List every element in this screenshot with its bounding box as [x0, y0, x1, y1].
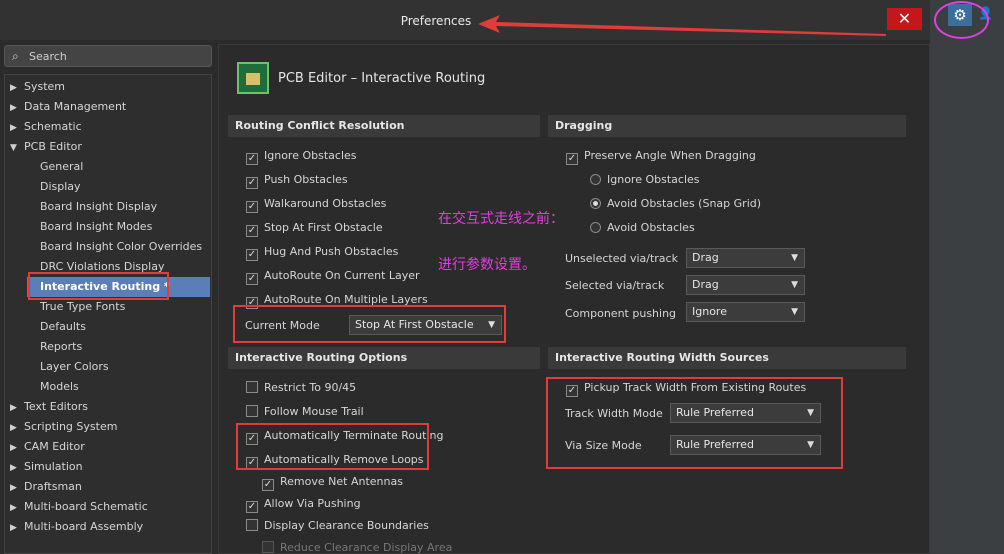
tree-item-schematic[interactable]: ▶ Schematic: [10, 117, 82, 137]
tree-item-board-insight-display[interactable]: Board Insight Display: [40, 197, 157, 217]
chevron-right-icon: ▶: [10, 443, 17, 453]
tree-item-text-editors[interactable]: ▶ Text Editors: [10, 397, 88, 417]
check-icon: ✓: [246, 177, 258, 189]
check-icon: ✓: [246, 249, 258, 261]
pcb-editor-icon: [237, 62, 269, 94]
radio-selected-icon: [590, 198, 601, 209]
section-routing-options: Interactive Routing Options: [228, 347, 540, 369]
highlight-box-auto-options: [236, 423, 429, 470]
check-icon: ✓: [566, 153, 578, 165]
checkbox-follow-mouse-trail[interactable]: Follow Mouse Trail: [246, 404, 364, 420]
tree-item-board-insight-color-overrides[interactable]: Board Insight Color Overrides: [40, 237, 202, 257]
checkbox-icon: [246, 381, 258, 393]
radio-icon: [590, 222, 601, 233]
annotation-line-2: 进行参数设置。: [438, 257, 536, 273]
tree-item-display[interactable]: Display: [40, 177, 81, 197]
tree-item-general[interactable]: General: [40, 157, 83, 177]
component-pushing-select[interactable]: Ignore ▼: [686, 302, 805, 322]
section-routing-conflict: Routing Conflict Resolution: [228, 115, 540, 137]
chevron-right-icon: ▶: [10, 463, 17, 473]
arrow-annotation: [478, 15, 886, 36]
check-icon: ✓: [246, 501, 258, 513]
checkbox-allow-via-pushing[interactable]: ✓ Allow Via Pushing: [246, 496, 361, 513]
search-icon: ⌕: [12, 49, 19, 63]
check-icon: ✓: [262, 479, 274, 491]
tree-item-models[interactable]: Models: [40, 377, 79, 397]
checkbox-autoroute-current-layer[interactable]: ✓ AutoRoute On Current Layer: [246, 268, 420, 285]
highlight-box-current-mode: [233, 305, 506, 343]
radio-avoid-obstacles-snap[interactable]: Avoid Obstacles (Snap Grid): [590, 196, 761, 212]
radio-icon: [590, 174, 601, 185]
tree-item-multi-board-schematic[interactable]: ▶ Multi-board Schematic: [10, 497, 148, 517]
checkbox-icon: [262, 541, 274, 553]
checkbox-icon: [246, 405, 258, 417]
checkbox-reduce-clearance-area[interactable]: Reduce Clearance Display Area: [262, 540, 452, 554]
checkbox-display-clearance[interactable]: Display Clearance Boundaries: [246, 518, 429, 534]
tree-item-true-type-fonts[interactable]: True Type Fonts: [40, 297, 125, 317]
highlight-box-width-sources: [546, 377, 843, 469]
chevron-right-icon: ▶: [10, 123, 17, 133]
tree-item-pcb-editor[interactable]: ▼ PCB Editor: [10, 137, 82, 157]
checkbox-icon: [246, 519, 258, 531]
check-icon: ✓: [246, 153, 258, 165]
tree-item-data-management[interactable]: ▶ Data Management: [10, 97, 126, 117]
check-icon: ✓: [246, 225, 258, 237]
tree-item-cam-editor[interactable]: ▶ CAM Editor: [10, 437, 85, 457]
checkbox-preserve-angle[interactable]: ✓ Preserve Angle When Dragging: [566, 148, 756, 165]
chevron-right-icon: ▶: [10, 103, 17, 113]
checkbox-ignore-obstacles[interactable]: ✓ Ignore Obstacles: [246, 148, 357, 165]
selected-via-select[interactable]: Drag ▼: [686, 275, 805, 295]
right-panel: [930, 0, 1004, 554]
tree-item-layer-colors[interactable]: Layer Colors: [40, 357, 109, 377]
check-icon: ✓: [246, 273, 258, 285]
radio-ignore-obstacles[interactable]: Ignore Obstacles: [590, 172, 700, 188]
checkbox-stop-at-first-obstacle[interactable]: ✓ Stop At First Obstacle: [246, 220, 383, 237]
checkbox-hug-and-push[interactable]: ✓ Hug And Push Obstacles: [246, 244, 398, 261]
tree-item-multi-board-assembly[interactable]: ▶ Multi-board Assembly: [10, 517, 143, 537]
close-button[interactable]: ✕: [887, 8, 922, 30]
search-placeholder: Search: [29, 50, 67, 63]
chevron-down-icon: ▼: [791, 253, 798, 263]
selected-via-label: Selected via/track: [565, 279, 665, 292]
tree-item-system[interactable]: ▶ System: [10, 77, 65, 97]
section-width-sources: Interactive Routing Width Sources: [548, 347, 906, 369]
chevron-down-icon: ▼: [791, 307, 798, 317]
checkbox-restrict-90-45[interactable]: Restrict To 90/45: [246, 380, 356, 396]
gear-highlight-circle: [934, 1, 989, 39]
chevron-down-icon: ▼: [791, 280, 798, 290]
checkbox-walkaround-obstacles[interactable]: ✓ Walkaround Obstacles: [246, 196, 386, 213]
checkbox-remove-net-antennas[interactable]: ✓ Remove Net Antennas: [262, 474, 403, 491]
checkbox-push-obstacles[interactable]: ✓ Push Obstacles: [246, 172, 348, 189]
tree-item-defaults[interactable]: Defaults: [40, 317, 86, 337]
page-title: PCB Editor – Interactive Routing: [278, 71, 486, 86]
tree-item-reports[interactable]: Reports: [40, 337, 82, 357]
unselected-via-select[interactable]: Drag ▼: [686, 248, 805, 268]
annotation-line-1: 在交互式走线之前：: [438, 211, 564, 227]
chevron-right-icon: ▶: [10, 483, 17, 493]
chevron-right-icon: ▶: [10, 423, 17, 433]
tree-item-scripting-system[interactable]: ▶ Scripting System: [10, 417, 117, 437]
chevron-right-icon: ▶: [10, 523, 17, 533]
unselected-via-label: Unselected via/track: [565, 252, 678, 265]
tree-item-draftsman[interactable]: ▶ Draftsman: [10, 477, 82, 497]
radio-avoid-obstacles[interactable]: Avoid Obstacles: [590, 220, 695, 236]
search-input[interactable]: ⌕ Search: [4, 45, 212, 67]
section-dragging: Dragging: [548, 115, 906, 137]
highlight-box-tree: [28, 272, 169, 300]
check-icon: ✓: [246, 201, 258, 213]
chevron-right-icon: ▶: [10, 403, 17, 413]
chevron-right-icon: ▶: [10, 83, 17, 93]
tree-item-board-insight-modes[interactable]: Board Insight Modes: [40, 217, 152, 237]
chevron-down-icon: ▼: [10, 143, 17, 153]
tree-item-simulation[interactable]: ▶ Simulation: [10, 457, 83, 477]
chevron-right-icon: ▶: [10, 503, 17, 513]
component-pushing-label: Component pushing: [565, 307, 677, 320]
